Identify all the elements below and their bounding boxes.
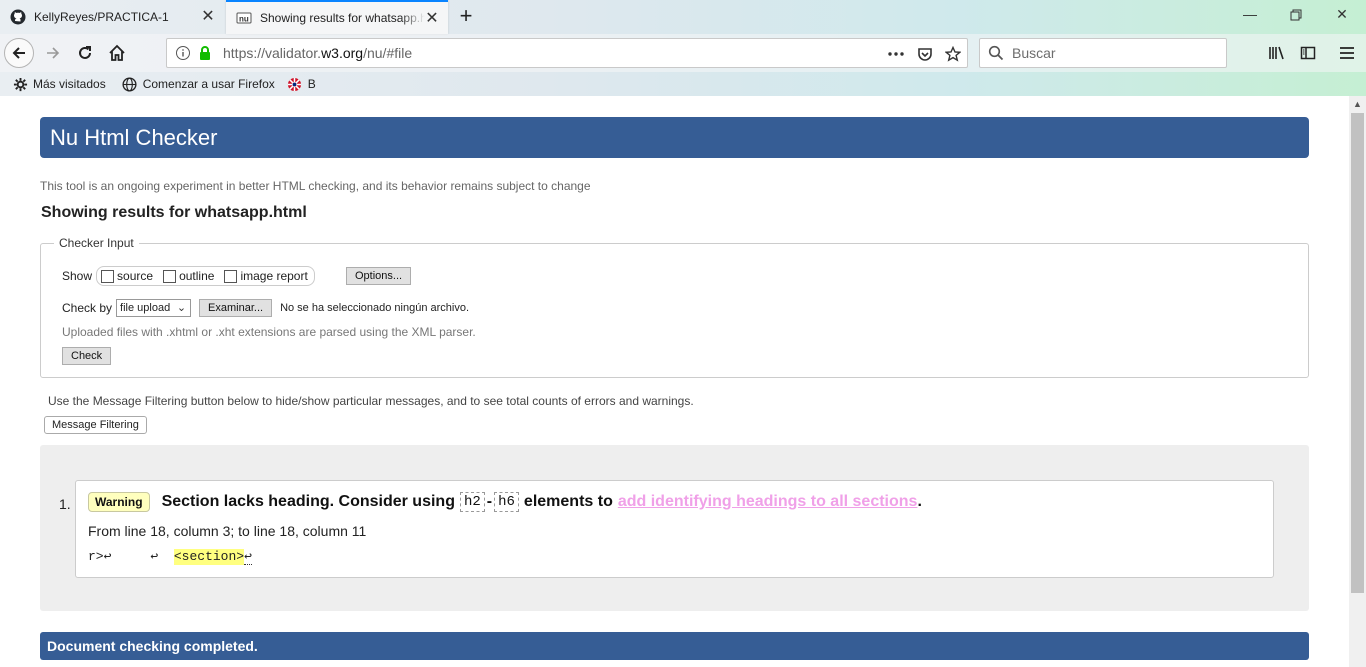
chevron-down-icon: ⌄ (176, 302, 187, 314)
back-button[interactable] (4, 38, 34, 68)
info-icon[interactable] (175, 45, 191, 61)
github-icon (10, 9, 26, 25)
outline-checkbox[interactable]: outline (163, 269, 214, 283)
show-label: Show (62, 269, 93, 283)
extract-after: ↩ (244, 549, 252, 565)
new-tab-button[interactable]: + (456, 5, 476, 27)
check-by-value: file upload (120, 302, 171, 314)
restore-icon[interactable] (1285, 6, 1307, 26)
image-report-checkbox[interactable]: image report (224, 269, 308, 283)
message-filtering-button[interactable]: Message Filtering (44, 416, 147, 434)
close-tab-icon[interactable]: ✕ (200, 9, 216, 25)
svg-text:nu: nu (239, 15, 249, 24)
page-banner: Nu Html Checker (40, 117, 1309, 158)
url-text: https://validator.w3.org/nu/#file (223, 45, 413, 61)
dash: - (486, 493, 493, 510)
close-window-icon[interactable]: ✕ (1331, 6, 1353, 26)
checkbox-label: source (117, 269, 154, 283)
bookmark-label: B (307, 77, 316, 91)
checker-input-legend: Checker Input (54, 236, 139, 250)
search-bar[interactable] (979, 38, 1227, 68)
show-options-group: source outline image report (96, 266, 315, 286)
tab-github[interactable]: KellyReyes/PRACTICA-1 ✕ (0, 0, 224, 34)
vertical-scrollbar[interactable]: ▲ (1349, 96, 1366, 667)
bookmark-most-visited[interactable]: Más visitados (12, 76, 106, 92)
reload-icon (79, 46, 91, 59)
w3c-validator-icon: nu (236, 10, 252, 26)
checkbox-box[interactable] (224, 269, 238, 283)
tab-validator[interactable]: nu Showing results for whatsapp.html ✕ (226, 0, 448, 34)
back-arrow-icon (12, 47, 25, 59)
menu-button[interactable] (1332, 38, 1362, 68)
page-actions-icon[interactable] (887, 45, 905, 63)
disclaimer-text: This tool is an ongoing experiment in be… (40, 179, 591, 193)
forward-button[interactable] (38, 38, 68, 68)
checkbox-label: image report (240, 269, 308, 283)
message-text: Section lacks heading. Consider using (161, 493, 455, 510)
filter-note: Use the Message Filtering button below t… (48, 394, 694, 408)
reload-button[interactable] (70, 38, 100, 68)
message-number: 1. (59, 496, 71, 512)
checkbox-box[interactable] (163, 269, 177, 283)
no-file-text: No se ha seleccionado ningún archivo. (280, 302, 470, 314)
options-button[interactable]: Options... (346, 267, 412, 285)
extract-before: r>↩ ↩ (88, 549, 174, 564)
sidebar-icon (1300, 46, 1316, 60)
bookmark-star-icon[interactable] (944, 45, 962, 63)
home-button[interactable] (102, 38, 132, 68)
bookmark-label: Comenzar a usar Firefox (142, 77, 275, 91)
page-content: Nu Html Checker This tool is an ongoing … (0, 96, 1349, 667)
pocket-icon[interactable] (916, 45, 934, 63)
message-line: Warning Section lacks heading. Consider … (88, 492, 922, 512)
completion-bar: Document checking completed. (40, 632, 1309, 660)
forward-arrow-icon (47, 47, 60, 59)
check-by-row: Check by file upload ⌄ Examinar... No se… (62, 299, 469, 317)
xml-parser-note: Uploaded files with .xhtml or .xht exten… (62, 325, 476, 339)
gear-icon (12, 76, 28, 92)
extract-highlight: <section> (173, 549, 245, 565)
check-button[interactable]: Check (62, 347, 112, 365)
browse-button[interactable]: Examinar... (199, 299, 273, 317)
library-button[interactable] (1262, 38, 1292, 68)
scroll-up-icon[interactable]: ▲ (1349, 96, 1366, 113)
scrollbar-thumb[interactable] (1351, 113, 1364, 593)
checkbox-box[interactable] (101, 269, 115, 283)
bookmarks-toolbar: Más visitados Comenzar a usar Firefox B (0, 72, 1366, 96)
browser-chrome: KellyReyes/PRACTICA-1 ✕ nu Showing resul… (0, 0, 1366, 96)
url-bar[interactable]: https://validator.w3.org/nu/#file (166, 38, 968, 68)
bookmark-getting-started[interactable]: Comenzar a usar Firefox (122, 76, 275, 92)
globe-icon (122, 76, 138, 92)
tab-title: KellyReyes/PRACTICA-1 (34, 10, 169, 24)
warning-badge: Warning (88, 492, 150, 512)
home-icon (109, 44, 125, 61)
tab-title: Showing results for whatsapp.html (260, 11, 425, 25)
code-h6: h6 (494, 492, 519, 512)
show-options-row: Show source outline image report (62, 266, 315, 286)
message-text-end: . (917, 493, 922, 510)
flag-icon (287, 76, 303, 92)
results-heading: Showing results for whatsapp.html (41, 204, 307, 221)
search-input[interactable] (1012, 45, 1212, 61)
checkbox-label: outline (179, 269, 215, 283)
source-checkbox[interactable]: source (101, 269, 153, 283)
hamburger-menu-icon (1340, 47, 1354, 59)
tab-strip: KellyReyes/PRACTICA-1 ✕ nu Showing resul… (0, 0, 1366, 34)
close-tab-icon[interactable]: ✕ (424, 11, 440, 27)
code-h2: h2 (459, 492, 485, 512)
message-text-middle: elements to (523, 493, 613, 510)
search-icon (988, 45, 1004, 61)
check-by-select[interactable]: file upload ⌄ (116, 299, 192, 317)
library-icon (1269, 46, 1284, 60)
check-by-label: Check by (62, 301, 113, 315)
lock-icon (197, 45, 213, 61)
bookmark-b[interactable]: B (287, 76, 316, 92)
minimize-icon[interactable]: — (1239, 6, 1261, 26)
headings-link[interactable]: add identifying headings to all sections (618, 493, 918, 511)
bookmark-label: Más visitados (33, 77, 106, 91)
sidebar-button[interactable] (1293, 38, 1323, 68)
code-extract: r>↩ ↩ <section> ↩ (88, 549, 252, 565)
message-location: From line 18, column 3; to line 18, colu… (88, 523, 367, 539)
navigation-bar: https://validator.w3.org/nu/#file (0, 34, 1366, 72)
